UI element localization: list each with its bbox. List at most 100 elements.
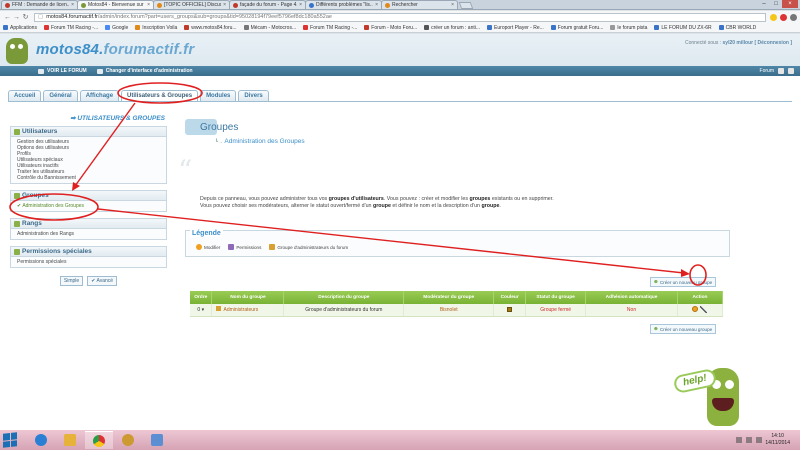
plus-icon: ⊕ <box>654 326 658 331</box>
advanced-mode-button[interactable]: ✔ Avancé <box>87 276 118 286</box>
network-icon[interactable] <box>736 437 742 443</box>
system-tray <box>736 437 762 443</box>
create-group-button-bottom[interactable]: ⊕ Créer un nouveau groupe <box>650 324 717 334</box>
close-window-icon[interactable]: × <box>782 0 798 8</box>
extension-icon[interactable] <box>780 13 787 21</box>
bookmark[interactable]: www.motos84.foru... <box>184 25 237 31</box>
address-bar: ← → ↻ ▢ motos84.forumactif.fr/admin/inde… <box>0 11 800 23</box>
volume-icon[interactable] <box>746 437 752 443</box>
close-tab-icon[interactable]: × <box>375 2 378 8</box>
legend-box: Légende Modifier Permissions Groupe d'ad… <box>185 230 730 257</box>
bookmark[interactable]: LE FORUM DU ZX-6R <box>654 25 712 31</box>
taskbar-clock[interactable]: 14:10 14/11/2014 <box>765 433 790 447</box>
simple-mode-button[interactable]: Simple <box>59 276 84 286</box>
group-moderator-link[interactable]: Bisnolet <box>403 304 495 317</box>
logout-link[interactable]: [ Déconnexion ] <box>754 40 792 46</box>
bookmark[interactable]: Forum TM Racing -... <box>303 25 357 31</box>
change-interface-link[interactable]: Changer d'interface d'administration <box>96 68 193 74</box>
bookmark[interactable]: Inscription Voila <box>135 25 177 31</box>
favicon-icon <box>233 2 238 8</box>
create-group-button-top[interactable]: ⊕ Créer un nouveau groupe <box>650 277 717 287</box>
sidebar-item-admin-groupes[interactable]: ✔ Administration des Groupes <box>17 203 160 209</box>
bookmark-icon <box>654 25 660 30</box>
bookmark-icon <box>303 25 309 30</box>
column-header: Statut du groupe <box>525 291 587 304</box>
group-auto-join: Non <box>585 304 678 317</box>
new-tab-button[interactable] <box>458 2 474 9</box>
minimize-icon[interactable]: – <box>758 0 770 8</box>
tab-general[interactable]: Général <box>43 90 78 101</box>
tab-affichage[interactable]: Affichage <box>79 90 120 101</box>
browser-tab[interactable]: Différents problèmes "lis... × <box>305 0 382 9</box>
bookmark[interactable]: Forum - Moto Foru... <box>364 25 417 31</box>
connected-as: Connecté sous : syl20 millour [ Déconnex… <box>684 40 792 46</box>
order-cell[interactable]: 0 ▾ <box>190 304 213 317</box>
browser-tab-active[interactable]: Motos84 - Bienvenue sur ... × <box>77 0 154 9</box>
reload-icon[interactable]: ↻ <box>21 13 30 21</box>
sidebar-head: Groupes <box>11 191 166 201</box>
column-header: Description du groupe <box>283 291 405 304</box>
monitor-icon <box>38 68 44 74</box>
bookmark[interactable]: Forum TM Racing -... <box>43 25 98 31</box>
taskbar-app[interactable] <box>114 431 142 449</box>
permissions-icon <box>14 248 20 255</box>
browser-tab[interactable]: FFM : Demande de licen... × <box>1 0 78 9</box>
user-icon[interactable] <box>778 68 784 74</box>
table-row: 0 ▾ Administrateurs Groupe d'administrat… <box>190 304 724 317</box>
bookmark[interactable]: Applications <box>3 25 37 31</box>
close-tab-icon[interactable]: × <box>147 2 150 8</box>
forward-icon[interactable]: → <box>12 14 21 21</box>
bookmark[interactable]: créer un forum : anti... <box>424 25 480 31</box>
bookmark-icon <box>718 25 724 30</box>
tab-accueil[interactable]: Accueil <box>8 90 42 101</box>
tab-modules[interactable]: Modules <box>200 90 237 101</box>
browser-tab[interactable]: façade du forum - Page 4... × <box>229 0 306 9</box>
bookmark[interactable]: le forum pista <box>610 25 647 31</box>
quote-icon: “ <box>178 154 193 187</box>
settings-icon[interactable] <box>788 68 794 74</box>
close-tab-icon[interactable]: × <box>299 2 302 8</box>
view-forum-link[interactable]: VOIR LE FORUM <box>38 68 87 74</box>
flag-icon[interactable] <box>756 437 762 443</box>
bookmark-star-icon[interactable] <box>770 13 777 21</box>
menu-icon[interactable] <box>790 13 797 21</box>
windows-start-icon[interactable] <box>3 432 17 448</box>
back-icon[interactable]: ← <box>3 14 12 21</box>
bookmark[interactable]: CBR WORLD <box>718 25 756 31</box>
help-button[interactable]: help! <box>669 356 744 428</box>
bookmark-icon <box>550 25 556 30</box>
color-swatch <box>507 306 513 312</box>
tab-divers[interactable]: Divers <box>238 90 269 101</box>
chrome-icon <box>93 434 105 447</box>
maximize-icon[interactable]: □ <box>770 0 782 8</box>
bookmark-icon <box>243 25 249 30</box>
favicon-icon <box>5 2 10 8</box>
bookmark[interactable]: Forum gratuit Foru... <box>550 25 603 31</box>
taskbar-paint[interactable] <box>143 431 171 449</box>
close-tab-icon[interactable]: × <box>71 2 74 8</box>
edit-icon[interactable] <box>692 306 699 312</box>
sidebar-item-bannissement[interactable]: Contrôle du Bannissement <box>17 175 160 181</box>
close-tab-icon[interactable]: × <box>451 2 454 8</box>
taskbar-ie[interactable] <box>27 431 55 449</box>
site-title[interactable]: motos84.forumactif.fr <box>36 41 194 58</box>
permissions-icon[interactable] <box>700 305 708 313</box>
browser-tab[interactable]: [TOPIC OFFICIEL] Discuss...× <box>153 0 230 9</box>
sidebar-item-admin-rangs[interactable]: Administration des Rangs <box>17 231 160 237</box>
sidebar-item-permissions-speciales[interactable]: Permissions spéciales <box>17 259 160 265</box>
tab-utilisateurs-groupes[interactable]: Utilisateurs & Groupes <box>121 90 199 101</box>
connected-user[interactable]: syl20 millour <box>723 40 754 46</box>
legend-item-edit: Modifier <box>196 244 220 250</box>
close-tab-icon[interactable]: × <box>223 2 226 8</box>
bookmark[interactable]: Google <box>105 25 128 31</box>
browser-tab[interactable]: Rechercher × <box>381 0 458 9</box>
order-arrows-icon[interactable]: ▾ <box>202 307 205 313</box>
taskbar-chrome[interactable] <box>85 431 113 449</box>
ie-icon <box>35 434 47 446</box>
url-field[interactable]: ▢ motos84.forumactif.fr/admin/index.foru… <box>34 12 766 22</box>
bookmark[interactable]: Mécam - Motocros... <box>243 25 296 31</box>
bookmark[interactable]: Europort Player - Re... <box>487 25 544 31</box>
group-name-link[interactable]: Administrateurs <box>211 304 285 317</box>
taskbar-explorer[interactable] <box>56 431 84 449</box>
sidebar: ➡ UTILISATEURS & GROUPES Utilisateurs Ge… <box>10 114 167 286</box>
